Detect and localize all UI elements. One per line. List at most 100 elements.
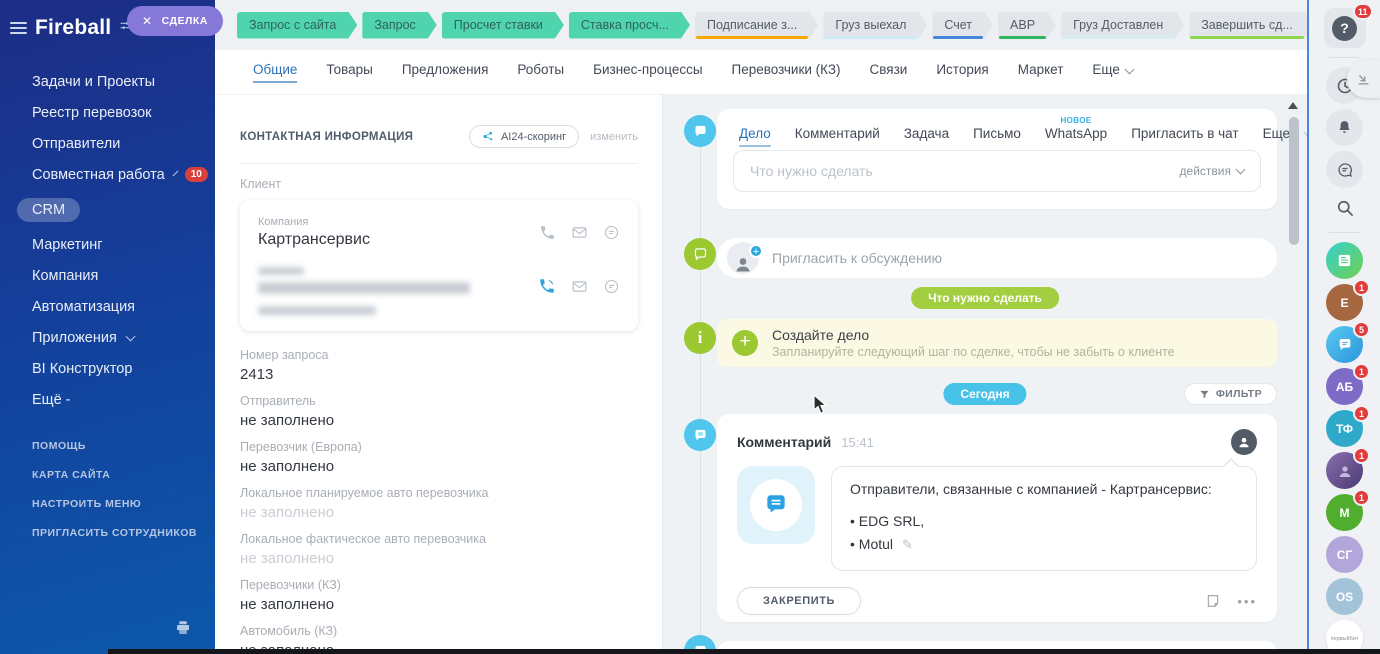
tab-label: История xyxy=(936,62,988,83)
tab-label: Общие xyxy=(253,62,297,83)
pin-button[interactable]: ЗАКРЕПИТЬ xyxy=(737,587,861,615)
compose-tab-whatsapp[interactable]: НОВОЕWhatsApp xyxy=(1045,126,1107,150)
today-date-badge[interactable]: Сегодня xyxy=(943,383,1026,405)
todo-pill-badge[interactable]: Что нужно сделать xyxy=(911,287,1059,309)
info-icon: i xyxy=(684,322,716,354)
sidebar-header: Fireball ✕ СДЕЛКА xyxy=(0,0,215,40)
tab-общие[interactable]: Общие xyxy=(253,62,297,83)
invite-to-discussion[interactable]: + Пригласить к обсуждению xyxy=(717,238,1277,278)
actions-label: действия xyxy=(1180,164,1231,178)
messenger-icon[interactable] xyxy=(1326,151,1363,188)
pipeline-stage[interactable]: Запрос с сайта xyxy=(237,12,357,39)
compose-tab-пригласить-в-чат[interactable]: Пригласить в чат xyxy=(1131,126,1238,150)
tab-перевозчики-кз-[interactable]: Перевозчики (КЗ) xyxy=(732,62,841,83)
phone-icon[interactable] xyxy=(539,224,556,241)
ai-scoring-button[interactable]: AI24-скоринг xyxy=(469,125,579,148)
pipeline-stage[interactable]: Подписание з... xyxy=(695,12,818,39)
timeline-scrollbar[interactable] xyxy=(1289,117,1299,245)
field-value[interactable]: 2413 xyxy=(240,366,638,383)
help-button[interactable]: ?11 xyxy=(1324,8,1366,48)
field-value[interactable]: не заполнено xyxy=(240,458,638,475)
sidebar-item-совместная-работа[interactable]: Совместная работа10 xyxy=(0,159,215,190)
pipeline-stage[interactable]: Запрос xyxy=(362,12,436,39)
avatar[interactable]: СГ xyxy=(1326,536,1363,573)
avatar[interactable]: ТФ1 xyxy=(1326,410,1363,447)
edit-link[interactable]: изменить xyxy=(590,131,638,143)
tab-предложения[interactable]: Предложения xyxy=(402,62,489,83)
close-icon[interactable]: ✕ xyxy=(142,14,153,28)
tab-еще[interactable]: Еще xyxy=(1092,62,1132,83)
compose-tab-еще[interactable]: Еще xyxy=(1263,126,1307,150)
sidebar-item-маркетинг[interactable]: Маркетинг xyxy=(0,229,215,260)
menu-burger-icon[interactable] xyxy=(10,22,27,34)
tab-связи[interactable]: Связи xyxy=(870,62,908,83)
comment-author-avatar[interactable] xyxy=(1231,429,1257,455)
chat-icon[interactable] xyxy=(603,224,620,241)
printer-icon[interactable] xyxy=(173,619,193,642)
field-value[interactable]: не заполнено xyxy=(240,412,638,429)
actions-dropdown[interactable]: действия xyxy=(1180,164,1244,178)
chat-icon[interactable] xyxy=(603,278,620,295)
sidebar-item-ещё-[interactable]: Ещё - xyxy=(0,384,215,415)
compose-tab-задача[interactable]: Задача xyxy=(904,126,949,150)
sidebar-item-отправители[interactable]: Отправители xyxy=(0,128,215,159)
compose-tab-дело[interactable]: Дело xyxy=(739,126,771,150)
search-icon[interactable] xyxy=(1326,193,1363,223)
pipeline-stage[interactable]: Завершить сд... xyxy=(1189,12,1314,39)
compose-tab-письмо[interactable]: Письмо xyxy=(973,126,1021,150)
mail-icon[interactable] xyxy=(571,278,588,295)
deal-entity-badge[interactable]: ✕ СДЕЛКА xyxy=(127,6,223,36)
pipeline-stage[interactable]: Груз Доставлен xyxy=(1061,12,1184,39)
deal-tab-bar: Общие Товары Предложения Роботы Бизнес-проце… xyxy=(215,50,1307,95)
tab-роботы[interactable]: Роботы xyxy=(517,62,564,83)
notifications-icon[interactable] xyxy=(1326,109,1363,146)
compose-tab-комментарий[interactable]: Комментарий xyxy=(795,126,880,150)
avatar[interactable]: OS xyxy=(1326,578,1363,615)
tab-маркет[interactable]: Маркет xyxy=(1018,62,1064,83)
edit-pencil-icon[interactable]: ✎ xyxy=(902,537,913,552)
sidebar-footer-link[interactable]: ПОМОЩЬ xyxy=(32,440,197,452)
scroll-up-arrow[interactable] xyxy=(1288,102,1298,109)
sidebar-footer-link[interactable]: НАСТРОИТЬ МЕНЮ xyxy=(32,498,197,510)
pipeline-stage[interactable]: Просчет ставки xyxy=(442,12,564,39)
sidebar-item-crm[interactable]: CRM xyxy=(0,190,215,229)
sidebar-item-автоматизация[interactable]: Автоматизация xyxy=(0,291,215,322)
phone-icon-active[interactable] xyxy=(538,277,556,295)
tab-бизнес-процессы[interactable]: Бизнес-процессы xyxy=(593,62,702,83)
contact-panel-title: КОНТАКТНАЯ ИНФОРМАЦИЯ xyxy=(240,131,469,143)
sidebar-footer-link[interactable]: ПРИГЛАСИТЬ СОТРУДНИКОВ xyxy=(32,527,197,539)
mail-icon[interactable] xyxy=(571,224,588,241)
pipeline-stage[interactable]: Счет xyxy=(932,12,993,39)
sidebar-item-задачи-и-проекты[interactable]: Задачи и Проекты xyxy=(0,66,215,97)
collapse-panel-button[interactable] xyxy=(1347,60,1380,98)
tab-label: Бизнес-процессы xyxy=(593,62,702,83)
chat-icon[interactable]: 5 xyxy=(1326,326,1363,363)
avatar[interactable]: М1 xyxy=(1326,494,1363,531)
sidebar-item-реестр-перевозок[interactable]: Реестр перевозок xyxy=(0,97,215,128)
avatar[interactable]: АБ1 xyxy=(1326,368,1363,405)
live-feed-icon[interactable] xyxy=(1326,242,1363,279)
tab-товары[interactable]: Товары xyxy=(326,62,372,83)
pipeline-stage[interactable]: Ставка просч... xyxy=(569,12,690,39)
create-activity-card[interactable]: + Создайте дело Запланируйте следующий ш… xyxy=(717,319,1277,367)
compose-tab-label: Пригласить в чат xyxy=(1131,126,1238,141)
field-value[interactable]: не заполнено xyxy=(240,504,638,521)
filter-button[interactable]: ФИЛЬТР xyxy=(1184,383,1277,405)
sidebar-item-компания[interactable]: Компания xyxy=(0,260,215,291)
sidebar-footer-link[interactable]: КАРТА САЙТА xyxy=(32,469,197,481)
pipeline-stage[interactable]: Груз выехал xyxy=(823,12,927,39)
field-value[interactable]: не заполнено xyxy=(240,550,638,567)
tab-история[interactable]: История xyxy=(936,62,988,83)
company-name[interactable]: Картрансервис xyxy=(258,231,370,249)
sidebar-item-bi-конструктор[interactable]: BI Конструктор xyxy=(0,353,215,384)
stage-label: Завершить сд... xyxy=(1189,18,1314,32)
todo-input[interactable]: Что нужно сделать действия xyxy=(733,150,1261,192)
add-activity-button[interactable]: + xyxy=(732,330,758,356)
note-icon[interactable] xyxy=(1205,593,1221,609)
avatar-photo[interactable]: 1 xyxy=(1326,452,1363,489)
pipeline-stage[interactable]: АВР xyxy=(998,12,1056,39)
more-actions-icon[interactable]: ••• xyxy=(1237,594,1257,609)
field-value[interactable]: не заполнено xyxy=(240,596,638,613)
sidebar-item-приложения[interactable]: Приложения xyxy=(0,322,215,353)
avatar[interactable]: E1 xyxy=(1326,284,1363,321)
